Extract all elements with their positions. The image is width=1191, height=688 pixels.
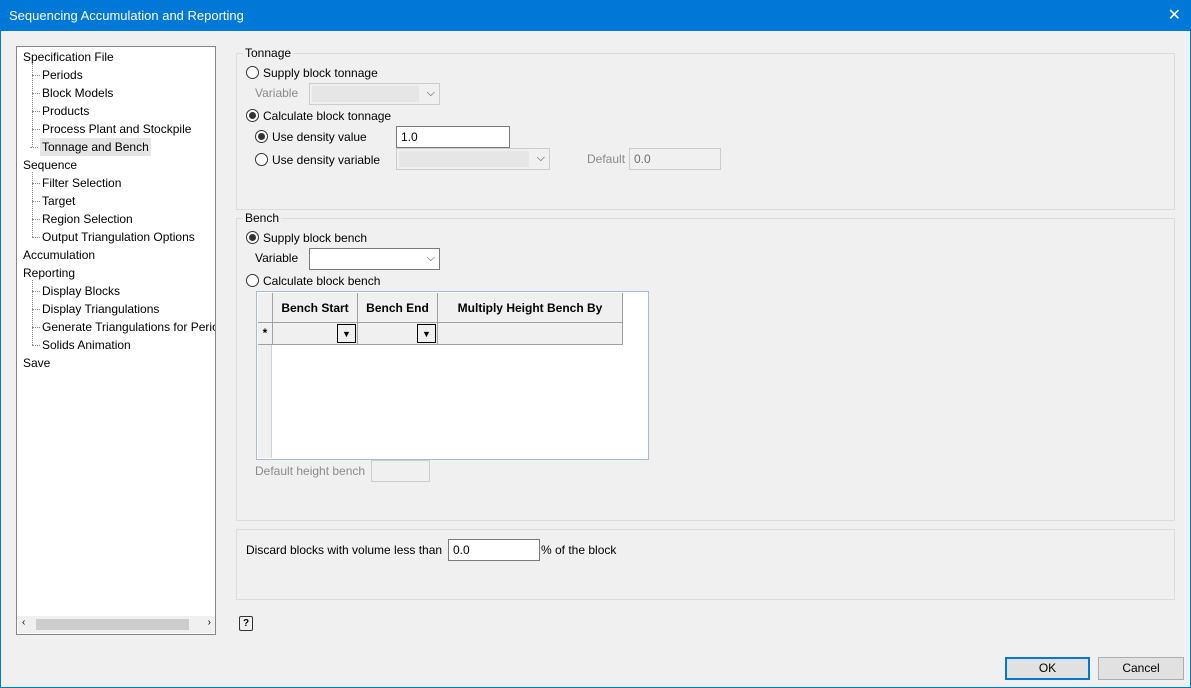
tree-connector	[32, 280, 33, 345]
tree-item-block-models[interactable]: Block Models	[31, 84, 113, 102]
cancel-button[interactable]: Cancel	[1098, 657, 1184, 680]
use-density-variable-radio[interactable]: Use density variable	[255, 153, 380, 167]
radio-icon	[255, 153, 268, 166]
calculate-bench-label: Calculate block bench	[263, 274, 381, 288]
radio-icon	[255, 130, 268, 143]
scrollbar-thumb[interactable]	[36, 619, 189, 630]
radio-icon	[246, 66, 259, 79]
calculate-bench-radio[interactable]: Calculate block bench	[246, 274, 380, 288]
default-density-input[interactable]: 0.0	[629, 148, 721, 170]
tree-item-display-blocks[interactable]: Display Blocks	[31, 282, 120, 300]
new-row-marker: *	[258, 323, 273, 345]
chevron-down-icon: ⌵	[426, 252, 435, 264]
multiply-height-cell[interactable]	[438, 323, 623, 345]
density-value-input[interactable]: 1.0	[396, 126, 510, 148]
title-bar: Sequencing Accumulation and Reporting ✕	[0, 0, 1191, 31]
use-density-variable-label: Use density variable	[272, 153, 381, 167]
chevron-down-icon: ⌵	[426, 87, 435, 99]
tree-item-save[interactable]: Save	[23, 354, 50, 372]
tree-connector	[32, 64, 33, 147]
tonnage-group-title: Tonnage	[243, 46, 294, 60]
supply-bench-label: Supply block bench	[263, 231, 368, 245]
discard-suffix: % of the block	[541, 543, 617, 557]
tree-connector	[32, 172, 33, 237]
default-label: Default	[587, 152, 626, 166]
column-header-multiply-height[interactable]: Multiply Height Bench By	[438, 293, 623, 323]
radio-icon	[246, 231, 259, 244]
corner-header	[258, 293, 273, 323]
ok-button[interactable]: OK	[1005, 657, 1090, 680]
supply-bench-radio[interactable]: Supply block bench	[246, 231, 367, 245]
supply-tonnage-label: Supply block tonnage	[263, 66, 378, 80]
radio-icon	[246, 274, 259, 287]
scroll-left-icon[interactable]: ‹	[22, 617, 25, 628]
tree-item-filter-selection[interactable]: Filter Selection	[31, 174, 121, 192]
calculate-tonnage-label: Calculate block tonnage	[263, 109, 392, 123]
column-header-bench-end[interactable]: Bench End	[358, 293, 438, 323]
tree-item-process-plant-and-stockpile[interactable]: Process Plant and Stockpile	[31, 120, 191, 138]
tree-item-solids-animation[interactable]: Solids Animation	[32, 336, 131, 354]
navigation-tree[interactable]: ‹ › Specification File Periods Block Model…	[16, 46, 216, 635]
bench-variable-label: Variable	[255, 251, 299, 265]
discard-volume-input[interactable]: 0.0	[448, 539, 540, 561]
use-density-value-radio[interactable]: Use density value	[255, 130, 367, 144]
bench-grid[interactable]: Bench Start Bench End Multiply Height Be…	[256, 291, 649, 460]
tree-item-region-selection[interactable]: Region Selection	[32, 210, 133, 228]
close-icon[interactable]: ✕	[1168, 5, 1181, 25]
tree-item-generate-triangulations-for-periods[interactable]: Generate Triangulations for Periods	[31, 318, 215, 336]
default-height-bench-label: Default height bench	[255, 464, 366, 478]
calculate-tonnage-radio[interactable]: Calculate block tonnage	[246, 109, 391, 123]
help-icon[interactable]: ?	[239, 616, 253, 631]
use-density-value-label: Use density value	[272, 130, 367, 144]
tree-item-tonnage-and-bench[interactable]: Tonnage and Bench	[30, 138, 151, 156]
tree-item-periods[interactable]: Periods	[32, 66, 83, 84]
tree-item-display-triangulations[interactable]: Display Triangulations	[31, 300, 159, 318]
scroll-right-icon[interactable]: ›	[208, 617, 211, 628]
window-title: Sequencing Accumulation and Reporting	[9, 8, 244, 23]
radio-icon	[246, 109, 259, 122]
horizontal-scrollbar[interactable]: ‹ ›	[18, 616, 215, 633]
tree-item-accumulation[interactable]: Accumulation	[23, 246, 95, 264]
chevron-down-icon: ⌵	[536, 152, 545, 164]
tree-item-specification-file[interactable]: Specification File	[23, 48, 114, 66]
dropdown-arrow-icon[interactable]: ▼	[337, 324, 356, 343]
discard-group	[236, 529, 1175, 600]
tree-item-output-triangulation-options[interactable]: Output Triangulation Options	[32, 228, 195, 246]
column-header-bench-start[interactable]: Bench Start	[273, 293, 358, 323]
discard-label: Discard blocks with volume less than	[246, 543, 443, 557]
tree-item-reporting[interactable]: Reporting	[23, 264, 75, 282]
bench-group-title: Bench	[243, 211, 282, 225]
bench-end-cell[interactable]: ▼	[358, 323, 438, 345]
density-variable-combo[interactable]: ⌵	[396, 148, 550, 170]
bench-start-cell[interactable]: ▼	[273, 323, 358, 345]
supply-tonnage-radio[interactable]: Supply block tonnage	[246, 66, 378, 80]
tree-item-target[interactable]: Target	[31, 192, 75, 210]
dropdown-arrow-icon[interactable]: ▼	[417, 324, 436, 343]
default-height-bench-input[interactable]	[371, 460, 430, 482]
tonnage-variable-combo[interactable]: ⌵	[309, 83, 440, 105]
tonnage-variable-label: Variable	[255, 86, 299, 100]
bench-variable-combo[interactable]: ⌵	[309, 248, 440, 270]
tree-item-products[interactable]: Products	[31, 102, 89, 120]
